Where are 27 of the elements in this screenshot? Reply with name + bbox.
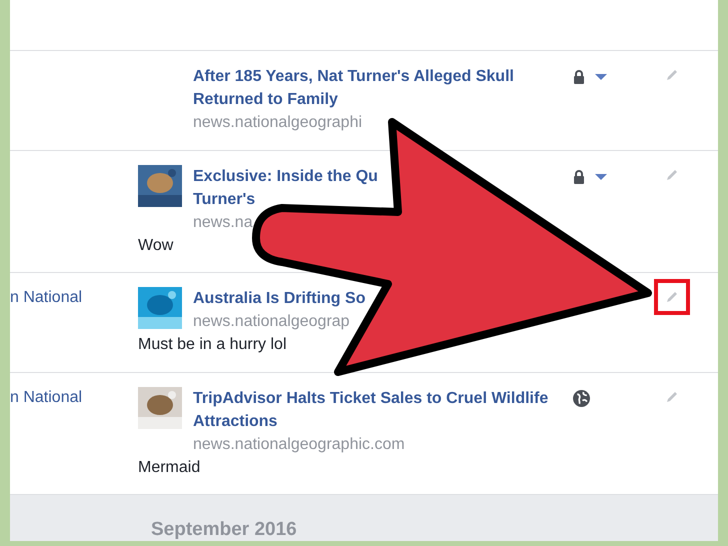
comment-text: Must be in a hurry lol — [138, 335, 287, 355]
pencil-icon — [665, 68, 679, 82]
author-link[interactable]: n National — [10, 289, 82, 306]
article-domain: news.na — [193, 212, 253, 233]
edit-button[interactable] — [654, 279, 690, 315]
globe-icon[interactable] — [573, 390, 590, 408]
article-title[interactable]: Australia Is Drifting So — [193, 287, 366, 310]
lock-icon[interactable] — [573, 70, 585, 84]
article-domain: news.nationalgeographic.com — [193, 434, 405, 455]
article-title[interactable]: Attractions — [193, 410, 278, 433]
article-title[interactable]: Turner's — [193, 188, 256, 211]
author-link[interactable]: n National — [10, 388, 82, 406]
article-title[interactable]: TripAdvisor Halts Ticket Sales to Cruel Wildlife — [193, 386, 548, 410]
caret-icon[interactable] — [595, 174, 607, 180]
comment-text: Wow — [138, 236, 174, 256]
pencil-icon — [665, 290, 679, 304]
article-domain: news.nationalgeographi — [193, 113, 362, 133]
section-heading: September 2016 — [151, 519, 297, 540]
pencil-icon — [665, 168, 679, 182]
comment-text: Mermaid — [138, 458, 200, 478]
caret-icon[interactable] — [595, 74, 607, 80]
article-domain: news.nationalgeograp — [193, 312, 350, 332]
article-title[interactable]: Returned to Family — [193, 88, 338, 111]
lock-icon[interactable] — [573, 170, 585, 184]
article-title[interactable]: Exclusive: Inside the Qu — [193, 164, 378, 188]
article-title[interactable]: After 185 Years, Nat Turner's Alleged Skull — [193, 65, 514, 88]
pencil-icon — [665, 390, 679, 404]
